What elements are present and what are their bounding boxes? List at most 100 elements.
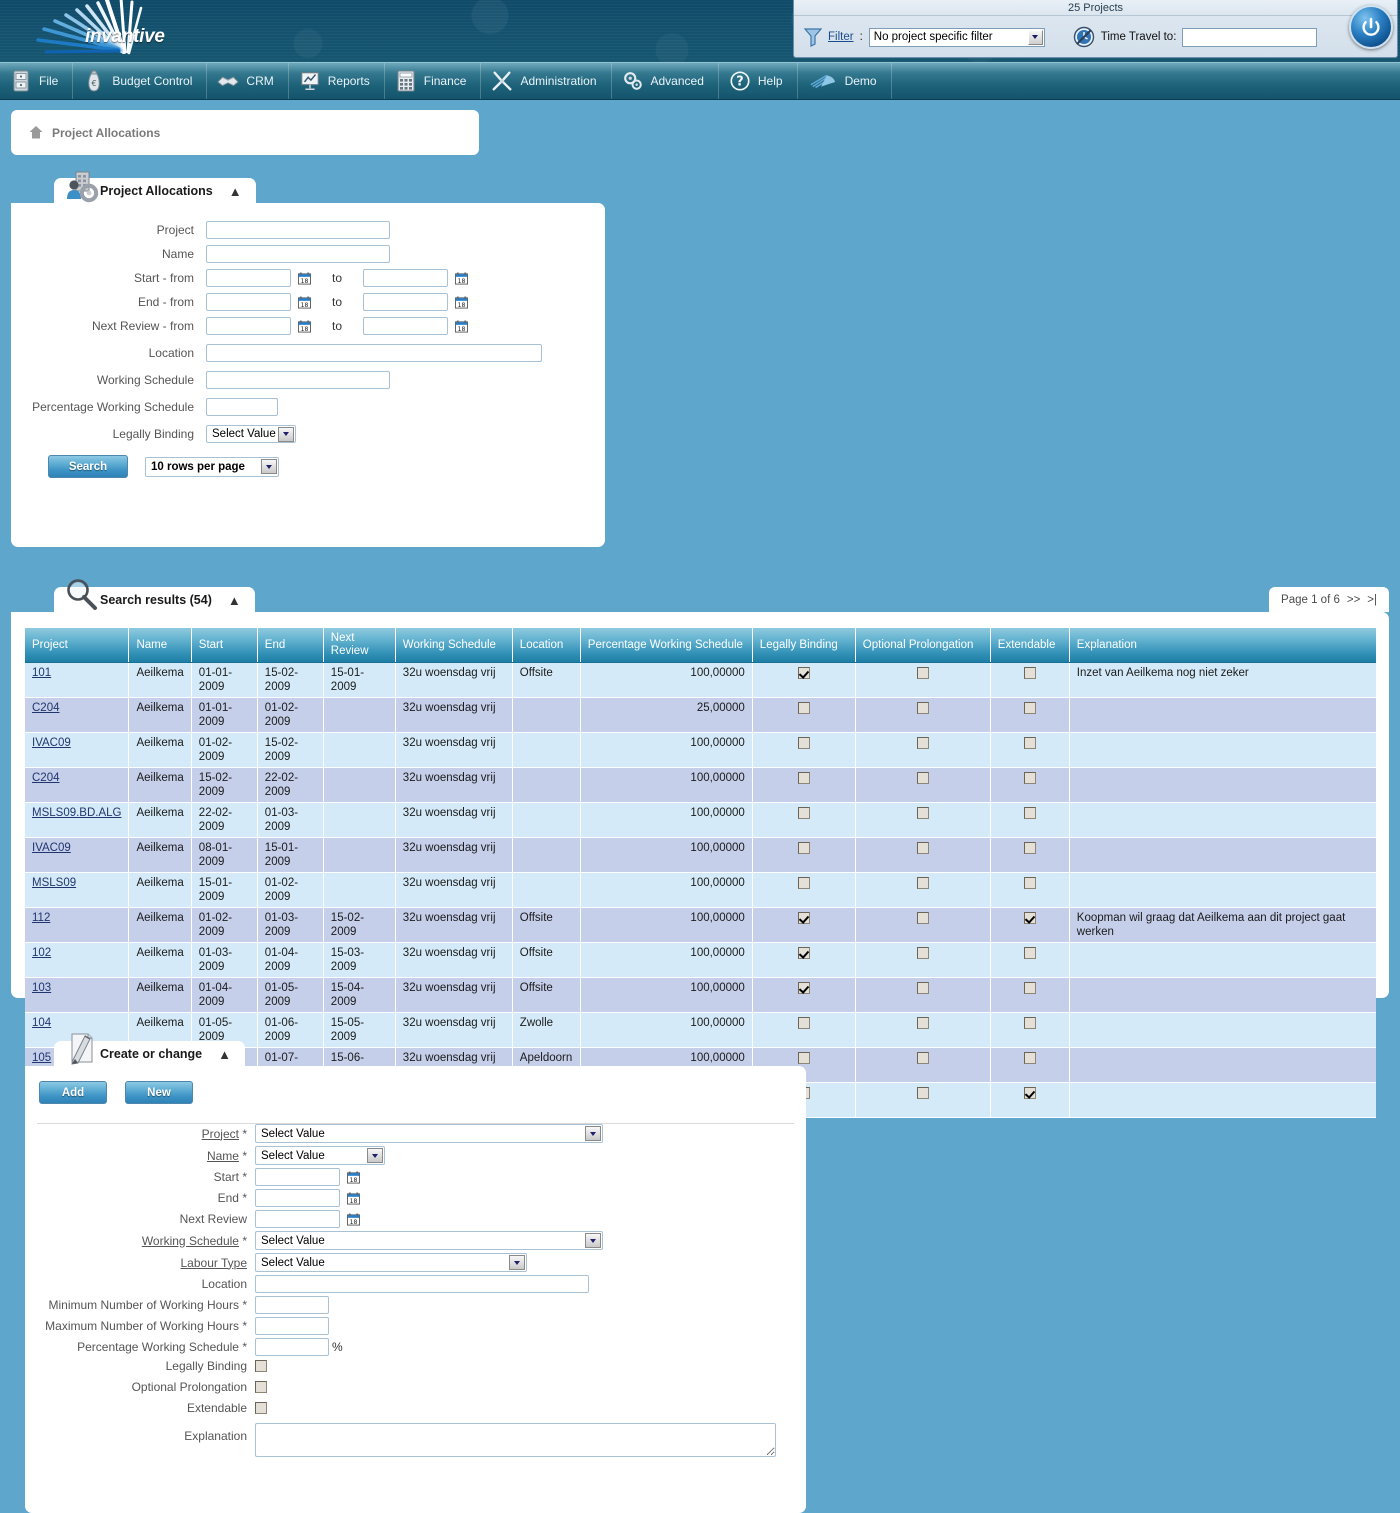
- project-link[interactable]: MSLS09.BD.ALG: [32, 807, 121, 819]
- create-max-hours-input[interactable]: [255, 1317, 329, 1335]
- extendable-checkbox[interactable]: [1024, 667, 1036, 679]
- power-button[interactable]: [1349, 5, 1393, 49]
- rows-per-page-select[interactable]: 10 rows per page: [145, 457, 279, 477]
- project-filter-select[interactable]: No project specific filter: [869, 28, 1045, 47]
- optional-prolongation-checkbox[interactable]: [917, 947, 929, 959]
- new-button[interactable]: New: [125, 1081, 193, 1104]
- project-link[interactable]: 101: [32, 667, 51, 679]
- menu-item-help[interactable]: ? Help: [719, 63, 798, 99]
- location-input[interactable]: [206, 344, 542, 362]
- calendar-icon[interactable]: 18: [298, 296, 311, 309]
- project-link[interactable]: C204: [32, 702, 60, 714]
- legally-binding-checkbox[interactable]: [798, 1052, 810, 1064]
- col-next-review[interactable]: Next Review: [323, 628, 395, 663]
- project-link[interactable]: 112: [32, 912, 50, 924]
- next-review-to-input[interactable]: [363, 317, 448, 335]
- optional-prolongation-checkbox[interactable]: [917, 912, 929, 924]
- project-link[interactable]: 103: [32, 982, 51, 994]
- legally-binding-select[interactable]: Select Value: [206, 425, 296, 443]
- create-optional-prolongation-checkbox[interactable]: [255, 1381, 267, 1393]
- extendable-checkbox[interactable]: [1024, 947, 1036, 959]
- menu-item-advanced[interactable]: Advanced: [612, 63, 719, 99]
- legally-binding-checkbox[interactable]: [798, 947, 810, 959]
- search-button[interactable]: Search: [48, 455, 128, 478]
- legally-binding-checkbox[interactable]: [798, 737, 810, 749]
- col-end[interactable]: End: [257, 628, 323, 663]
- add-button[interactable]: Add: [39, 1081, 107, 1104]
- menu-item-crm[interactable]: CRM: [207, 63, 288, 99]
- project-link[interactable]: 105: [32, 1052, 51, 1064]
- calendar-icon[interactable]: 18: [455, 320, 468, 333]
- calendar-icon[interactable]: 18: [347, 1192, 360, 1205]
- extendable-checkbox[interactable]: [1024, 1017, 1036, 1029]
- create-project-select[interactable]: Select Value: [255, 1124, 603, 1143]
- legally-binding-checkbox[interactable]: [798, 772, 810, 784]
- legally-binding-checkbox[interactable]: [798, 842, 810, 854]
- optional-prolongation-checkbox[interactable]: [917, 877, 929, 889]
- create-end-input[interactable]: [255, 1189, 340, 1207]
- end-to-input[interactable]: [363, 293, 448, 311]
- calendar-icon[interactable]: 18: [298, 272, 311, 285]
- col-project[interactable]: Project: [25, 628, 129, 663]
- col-percentage[interactable]: Percentage Working Schedule: [580, 628, 752, 663]
- legally-binding-checkbox[interactable]: [798, 1017, 810, 1029]
- optional-prolongation-checkbox[interactable]: [917, 702, 929, 714]
- extendable-checkbox[interactable]: [1024, 842, 1036, 854]
- legally-binding-checkbox[interactable]: [798, 667, 810, 679]
- end-from-input[interactable]: [206, 293, 291, 311]
- optional-prolongation-checkbox[interactable]: [917, 982, 929, 994]
- chevron-down-icon[interactable]: [1028, 30, 1043, 45]
- project-link[interactable]: 102: [32, 947, 51, 959]
- legally-binding-checkbox[interactable]: [798, 912, 810, 924]
- start-from-input[interactable]: [206, 269, 291, 287]
- project-input[interactable]: [206, 221, 390, 239]
- extendable-checkbox[interactable]: [1024, 877, 1036, 889]
- menu-item-reports[interactable]: Reports: [289, 63, 385, 99]
- legally-binding-checkbox[interactable]: [798, 982, 810, 994]
- extendable-checkbox[interactable]: [1024, 702, 1036, 714]
- results-panel-tab[interactable]: Search results (54) ▲: [54, 587, 255, 613]
- time-travel-input[interactable]: [1182, 28, 1317, 47]
- extendable-checkbox[interactable]: [1024, 1087, 1036, 1099]
- chevron-up-icon[interactable]: ▲: [229, 184, 242, 199]
- project-link[interactable]: C204: [32, 772, 60, 784]
- col-explanation[interactable]: Explanation: [1069, 628, 1376, 663]
- optional-prolongation-checkbox[interactable]: [917, 1017, 929, 1029]
- chevron-down-icon[interactable]: [509, 1255, 525, 1270]
- create-working-schedule-select[interactable]: Select Value: [255, 1231, 603, 1250]
- chevron-up-icon[interactable]: ▲: [228, 593, 241, 608]
- optional-prolongation-checkbox[interactable]: [917, 1087, 929, 1099]
- optional-prolongation-checkbox[interactable]: [917, 807, 929, 819]
- create-extendable-checkbox[interactable]: [255, 1402, 267, 1414]
- col-start[interactable]: Start: [191, 628, 257, 663]
- project-link[interactable]: IVAC09: [32, 842, 71, 854]
- project-link[interactable]: MSLS09: [32, 877, 76, 889]
- legally-binding-checkbox[interactable]: [798, 807, 810, 819]
- extendable-checkbox[interactable]: [1024, 982, 1036, 994]
- extendable-checkbox[interactable]: [1024, 807, 1036, 819]
- create-location-input[interactable]: [255, 1275, 589, 1293]
- chevron-down-icon[interactable]: [367, 1148, 383, 1163]
- legally-binding-checkbox[interactable]: [798, 702, 810, 714]
- col-location[interactable]: Location: [512, 628, 580, 663]
- create-min-hours-input[interactable]: [255, 1296, 329, 1314]
- create-percentage-input[interactable]: [255, 1338, 329, 1356]
- create-name-select[interactable]: Select Value: [255, 1146, 385, 1165]
- name-input[interactable]: [206, 245, 390, 263]
- col-optional-prolongation[interactable]: Optional Prolongation: [855, 628, 990, 663]
- extendable-checkbox[interactable]: [1024, 772, 1036, 784]
- search-panel-tab[interactable]: Project Allocations ▲: [54, 178, 256, 204]
- filter-link[interactable]: Filter: [828, 31, 854, 43]
- menu-item-finance[interactable]: Finance: [385, 63, 482, 99]
- calendar-icon[interactable]: 18: [347, 1171, 360, 1184]
- create-labour-type-select[interactable]: Select Value: [255, 1253, 527, 1272]
- create-next-review-input[interactable]: [255, 1210, 340, 1228]
- optional-prolongation-checkbox[interactable]: [917, 1052, 929, 1064]
- start-to-input[interactable]: [363, 269, 448, 287]
- chevron-down-icon[interactable]: [585, 1126, 601, 1141]
- calendar-icon[interactable]: 18: [298, 320, 311, 333]
- optional-prolongation-checkbox[interactable]: [917, 737, 929, 749]
- calendar-icon[interactable]: 18: [455, 272, 468, 285]
- optional-prolongation-checkbox[interactable]: [917, 842, 929, 854]
- last-page-link[interactable]: >|: [1367, 594, 1377, 606]
